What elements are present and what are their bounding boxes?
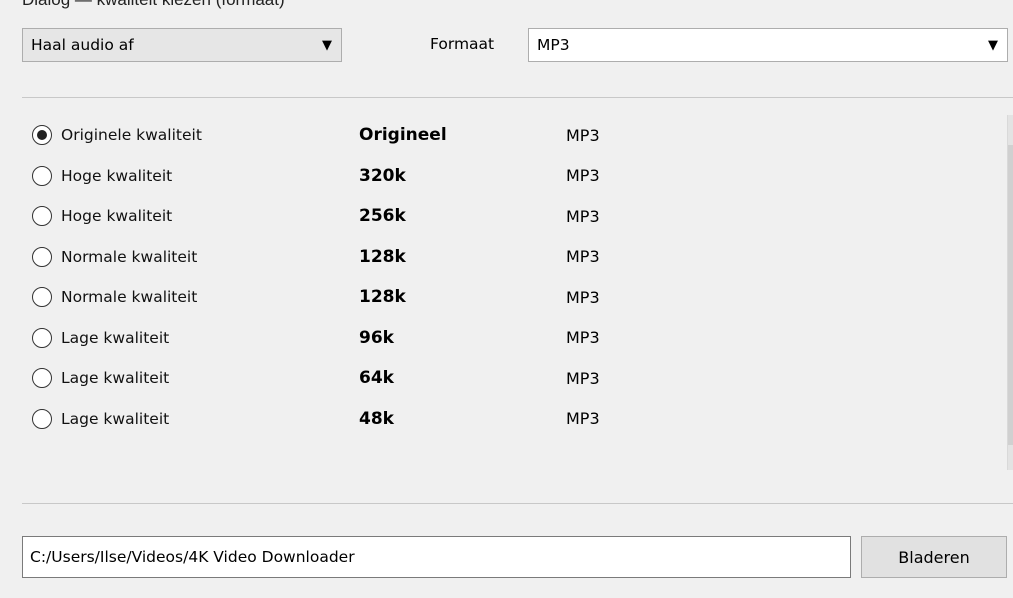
quality-option-row[interactable]: Normale kwaliteit 128k MP3 <box>32 237 992 278</box>
divider-top <box>22 97 1013 98</box>
radio-button[interactable] <box>32 327 52 348</box>
quality-label: Hoge kwaliteit <box>61 207 173 226</box>
radio-button[interactable] <box>32 206 52 227</box>
format-value: MP3 <box>566 409 600 429</box>
format-label: Formaat <box>430 35 495 53</box>
bitrate-value: 320k <box>359 165 406 186</box>
quality-option-row[interactable]: Hoge kwaliteit 256k MP3 <box>32 196 992 237</box>
chevron-down-icon: ▼ <box>988 37 998 53</box>
bitrate-value: 96k <box>359 327 394 348</box>
bitrate-value: 64k <box>359 368 394 389</box>
quality-option-row[interactable]: Lage kwaliteit 64k MP3 <box>32 358 992 399</box>
divider-bottom <box>22 503 1013 504</box>
quality-label: Lage kwaliteit <box>61 409 170 428</box>
quality-option-row[interactable]: Originele kwaliteit Origineel MP3 <box>32 115 992 156</box>
radio-button[interactable] <box>32 368 52 389</box>
format-value: MP3 <box>566 287 600 307</box>
quality-label: Normale kwaliteit <box>61 247 198 266</box>
chevron-down-icon: ▼ <box>322 37 332 53</box>
quality-label: Hoge kwaliteit <box>61 166 173 185</box>
bitrate-value: 48k <box>359 408 394 429</box>
radio-button[interactable] <box>32 408 52 429</box>
radio-button[interactable] <box>32 246 52 267</box>
format-value: MP3 <box>566 166 600 186</box>
radio-button[interactable] <box>32 165 52 186</box>
format-dropdown[interactable]: MP3 ▼ <box>528 28 1008 62</box>
scrollbar-thumb[interactable] <box>1008 145 1013 445</box>
bitrate-value: Origineel <box>359 125 447 146</box>
mode-dropdown-value: Haal audio af <box>31 36 134 54</box>
cropped-header-text: Dialog — kwaliteit kiezen (formaat) <box>22 0 285 10</box>
format-value: MP3 <box>566 328 600 348</box>
quality-options-list: Originele kwaliteit Origineel MP3 Hoge k… <box>32 115 992 439</box>
quality-option-row[interactable]: Normale kwaliteit 128k MP3 <box>32 277 992 318</box>
quality-label: Lage kwaliteit <box>61 369 170 388</box>
vertical-scrollbar[interactable] <box>1007 115 1013 470</box>
format-value: MP3 <box>566 368 600 388</box>
mode-dropdown[interactable]: Haal audio af ▼ <box>22 28 342 62</box>
save-path-input[interactable]: C:/Users/Ilse/Videos/4K Video Downloader <box>22 536 851 578</box>
quality-option-row[interactable]: Lage kwaliteit 48k MP3 <box>32 399 992 440</box>
format-dropdown-value: MP3 <box>537 36 570 54</box>
quality-option-row[interactable]: Lage kwaliteit 96k MP3 <box>32 318 992 359</box>
radio-selected-dot <box>37 130 47 141</box>
quality-label: Lage kwaliteit <box>61 328 170 347</box>
quality-label: Normale kwaliteit <box>61 288 198 307</box>
format-value: MP3 <box>566 206 600 226</box>
radio-button[interactable] <box>32 125 52 146</box>
format-value: MP3 <box>566 247 600 267</box>
quality-label: Originele kwaliteit <box>61 126 202 145</box>
bitrate-value: 128k <box>359 246 406 267</box>
radio-button[interactable] <box>32 287 52 308</box>
browse-button[interactable]: Bladeren <box>861 536 1007 578</box>
quality-option-row[interactable]: Hoge kwaliteit 320k MP3 <box>32 156 992 197</box>
format-value: MP3 <box>566 125 600 145</box>
bitrate-value: 256k <box>359 206 406 227</box>
bitrate-value: 128k <box>359 287 406 308</box>
